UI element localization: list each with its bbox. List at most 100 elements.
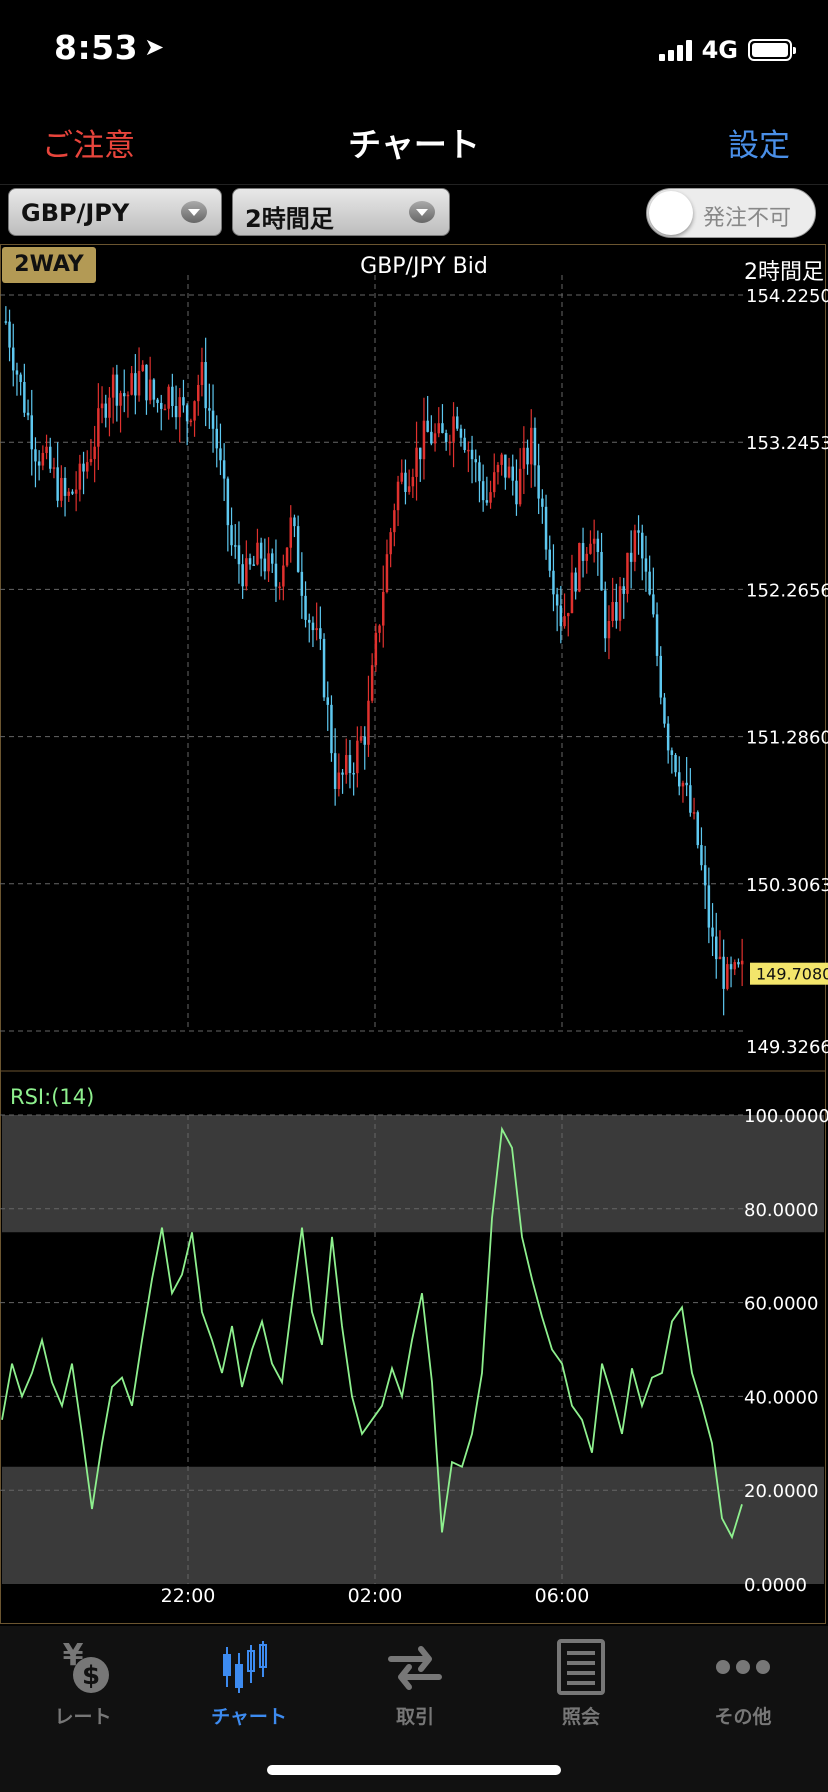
tab-chart[interactable]: チャート [166,1636,332,1729]
candle-body [296,526,300,572]
candle-body [507,466,511,478]
candle-body [282,565,285,587]
candle [385,539,389,594]
candle [537,443,540,515]
candle-body [152,379,156,400]
candle [345,738,348,784]
candle-body [23,381,26,413]
candle [485,476,489,506]
candle [692,797,696,820]
candle [563,593,566,629]
candle-body [478,462,481,482]
candle [726,956,729,991]
candle [459,424,463,447]
candle [82,451,85,495]
candle-body [729,964,733,970]
candle-body [204,362,207,409]
candle-body [208,408,211,411]
candle [696,810,699,849]
candle-body [30,415,33,450]
candle-body [167,386,170,409]
candle [263,538,267,580]
candle [600,532,603,591]
tab-rate[interactable]: $ ¥ レート [0,1636,166,1729]
candle-body [548,549,551,571]
timeframe-select[interactable]: 2時間足 [232,188,450,236]
candle [111,367,115,424]
candle [171,373,174,418]
candle-body [108,397,111,418]
candle-body [711,927,714,937]
candle-body [641,532,644,559]
home-indicator [267,1765,561,1775]
candle [615,583,618,629]
settings-button[interactable]: 設定 [728,120,790,165]
candle [452,402,455,468]
candle [71,489,74,496]
candle-body [322,638,326,698]
order-toggle[interactable]: 発注不可 [646,188,816,238]
candle-body [259,542,263,559]
candle-body [163,408,167,411]
candle-body [522,447,526,469]
candle [12,323,15,387]
candle [322,633,326,701]
candle-body [530,427,533,465]
candle [333,728,337,806]
candle [152,378,156,408]
candle-body [633,530,637,562]
candle-body [160,402,163,409]
candle [256,528,259,566]
candle [30,389,33,476]
candle-body [74,489,78,494]
candle [252,555,255,566]
tab-inquiry[interactable]: 照会 [498,1636,664,1729]
candle [182,379,185,413]
candle [259,537,263,577]
candle-body [97,408,100,447]
candle-body [337,772,341,789]
price-tick-label: 151.2860 [746,728,828,749]
battery-icon [748,39,796,61]
candle-body [319,628,322,639]
currency-pair-select[interactable]: GBP/JPY [8,188,222,236]
candle [489,480,492,509]
candle-body [489,492,492,503]
candle-body [385,554,389,592]
candle-body [234,545,237,547]
candle-body [504,454,507,478]
candle [93,425,96,483]
candle [215,415,218,468]
candle-body [45,446,48,453]
candle-body [618,586,622,621]
candle [393,503,396,547]
candle-body [134,373,137,396]
candle [308,613,311,643]
candle [400,459,403,485]
candle-body [245,558,248,587]
candle [341,768,344,794]
candle-body [189,420,193,423]
caution-button[interactable]: ご注意 [42,120,135,165]
tab-trade[interactable]: 取引 [332,1636,498,1729]
candle [8,309,11,362]
rsi-tick-label: 60.0000 [744,1294,818,1315]
candle-body [222,460,226,479]
candle [145,364,148,415]
candle-body [470,449,474,460]
rsi-label: RSI:(14) [10,1085,94,1109]
candle [396,475,400,527]
candle-body [71,491,74,494]
candle [644,535,648,592]
candle-body [93,446,96,460]
candle [311,616,315,648]
candle-body [722,956,725,989]
candle [533,417,537,487]
candle-body [426,420,429,432]
candle [97,383,100,470]
candle-body [341,772,344,775]
candle [444,429,448,451]
chart-canvas[interactable]: 154.2250 153.2453 152.2656 151.2860 150.3063… [0,244,828,1624]
candle [541,489,544,524]
tab-more[interactable]: その他 [660,1636,826,1729]
